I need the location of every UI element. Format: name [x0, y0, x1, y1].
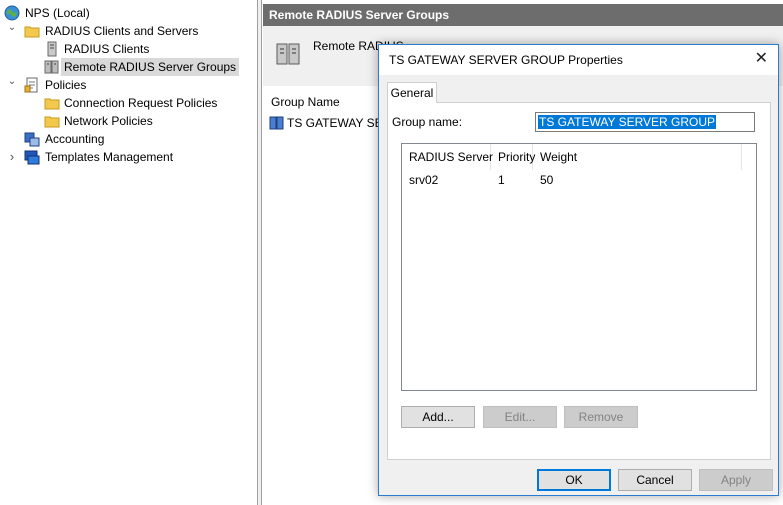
- list-item-label: TS GATEWAY SER: [287, 116, 392, 130]
- edit-button[interactable]: Edit...: [483, 406, 557, 428]
- ok-button[interactable]: OK: [537, 469, 611, 491]
- server-group-icon: [44, 60, 59, 74]
- list-header: RADIUS Server Priority Weight: [402, 144, 742, 170]
- close-icon[interactable]: ✕: [755, 50, 768, 68]
- server-group-icon: [269, 116, 284, 130]
- column-header-weight[interactable]: Weight: [533, 144, 742, 170]
- server-group-icon: [276, 43, 300, 65]
- pane-splitter[interactable]: [258, 0, 262, 505]
- tab-general[interactable]: General: [387, 82, 437, 103]
- cell-priority: 1: [498, 173, 505, 187]
- folder-icon: [24, 26, 40, 38]
- tree-item-label: Remote RADIUS Server Groups: [61, 58, 240, 76]
- properties-dialog: TS GATEWAY SERVER GROUP Properties ✕ Gen…: [378, 44, 779, 496]
- templates-icon: [24, 150, 40, 165]
- group-name-field[interactable]: TS GATEWAY SERVER GROUP: [535, 112, 755, 132]
- chevron-down-icon[interactable]: ⌄: [7, 73, 17, 91]
- tree-item-label: Connection Request Policies: [64, 96, 218, 110]
- add-button[interactable]: Add...: [401, 406, 475, 428]
- tree-item-label: Policies: [45, 78, 87, 92]
- dialog-title-bar[interactable]: TS GATEWAY SERVER GROUP Properties ✕: [379, 45, 778, 75]
- column-header-group-name[interactable]: Group Name: [271, 95, 340, 109]
- accounting-icon: [24, 132, 40, 147]
- details-header: Remote RADIUS Server Groups: [263, 4, 783, 26]
- group-name-value: TS GATEWAY SERVER GROUP: [538, 115, 717, 129]
- policy-doc-icon: [24, 77, 38, 93]
- tree-item-label: Network Policies: [64, 114, 153, 128]
- apply-button[interactable]: Apply: [699, 469, 773, 491]
- chevron-down-icon[interactable]: ⌄: [7, 19, 17, 37]
- radius-server-list[interactable]: RADIUS Server Priority Weight srv02 1 50: [401, 143, 757, 391]
- column-header-priority[interactable]: Priority: [491, 144, 535, 170]
- tree-item-label: RADIUS Clients and Servers: [45, 24, 199, 38]
- dialog-title: TS GATEWAY SERVER GROUP Properties: [389, 53, 623, 67]
- folder-icon: [44, 98, 60, 110]
- remove-button[interactable]: Remove: [564, 406, 638, 428]
- tree-item-label: Templates Management: [45, 150, 174, 164]
- cell-weight: 50: [540, 173, 554, 187]
- server-icon: [47, 41, 57, 57]
- cancel-button[interactable]: Cancel: [618, 469, 692, 491]
- cell-server: srv02: [409, 173, 439, 187]
- chevron-right-icon[interactable]: ›: [7, 148, 17, 166]
- group-name-label: Group name:: [392, 115, 463, 129]
- folder-icon: [44, 116, 60, 128]
- column-header-radius-server[interactable]: RADIUS Server: [402, 144, 493, 170]
- tree-item-label: NPS (Local): [25, 6, 90, 20]
- tree-item-label: Accounting: [45, 132, 105, 146]
- tree-pane: NPS (Local) ⌄ RADIUS Clients and Servers…: [0, 0, 258, 505]
- tree-item-label: RADIUS Clients: [64, 42, 150, 56]
